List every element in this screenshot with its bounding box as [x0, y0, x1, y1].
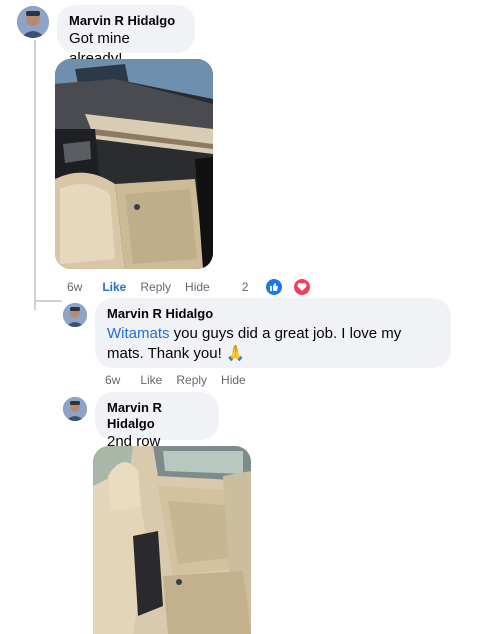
love-icon — [292, 277, 313, 297]
comment-bubble: Marvin R Hidalgo Witamats you guys did a… — [95, 298, 451, 368]
hide-button[interactable]: Hide — [221, 373, 246, 387]
comment-text: Witamats you guys did a great job. I lov… — [107, 324, 439, 364]
thread-line — [34, 40, 36, 310]
like-button[interactable]: Like — [102, 280, 126, 294]
comment-photo[interactable] — [93, 446, 251, 634]
like-button[interactable]: Like — [140, 373, 162, 387]
comment-author[interactable]: Marvin R Hidalgo — [69, 13, 183, 29]
reply-button[interactable]: Reply — [140, 280, 171, 294]
thread-branch — [34, 300, 62, 302]
comment-actions: 6w Like Reply Hide — [105, 373, 260, 387]
car-rear-seat-photo-icon — [93, 446, 251, 634]
avatar[interactable] — [63, 303, 87, 327]
comment-actions: 6w Like Reply Hide 2 — [67, 277, 326, 297]
reply-button[interactable]: Reply — [176, 373, 207, 387]
comment-age[interactable]: 6w — [105, 373, 120, 387]
comment-author[interactable]: Marvin R Hidalgo — [107, 400, 207, 432]
avatar[interactable] — [17, 6, 49, 38]
comment-age[interactable]: 6w — [67, 280, 82, 294]
reaction-summary[interactable]: 2 — [242, 277, 327, 297]
hide-button[interactable]: Hide — [185, 280, 210, 294]
comment-bubble: Marvin R Hidalgo 2nd row — [95, 392, 219, 450]
comment-author[interactable]: Marvin R Hidalgo — [107, 306, 439, 322]
reaction-count: 2 — [241, 280, 249, 294]
avatar[interactable] — [63, 397, 87, 421]
mention-link[interactable]: Witamats — [107, 325, 170, 342]
like-icon — [264, 277, 285, 297]
comment-bubble: Marvin R Hidalgo Got mine already! — [57, 5, 195, 67]
comment-photo[interactable] — [55, 59, 213, 269]
car-interior-photo-icon — [55, 59, 213, 269]
